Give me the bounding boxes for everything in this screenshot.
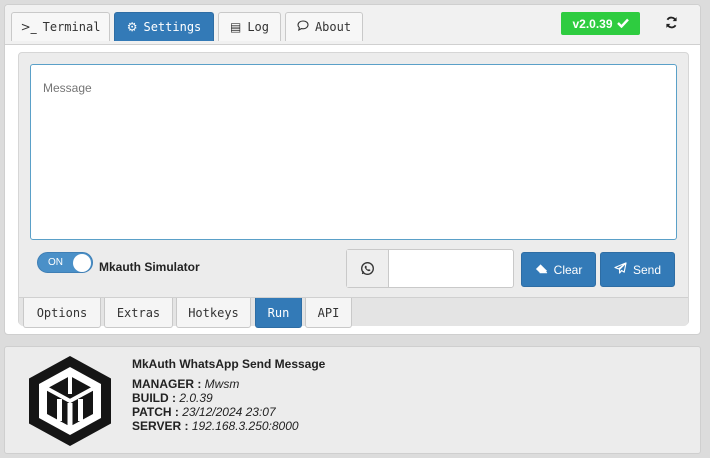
message-card: ON Mkauth Simulator Clear S xyxy=(18,52,689,328)
server-label: SERVER : xyxy=(132,419,189,433)
phone-input-group xyxy=(346,249,514,288)
about-info: MkAuth WhatsApp Send Message MANAGER : M… xyxy=(132,357,325,433)
message-input[interactable] xyxy=(30,64,677,240)
check-icon xyxy=(616,17,629,31)
server-row: SERVER : 192.168.3.250:8000 xyxy=(132,419,325,433)
tab-about[interactable]: About xyxy=(285,12,363,41)
whatsapp-icon xyxy=(347,250,389,287)
send-label: Send xyxy=(632,262,662,277)
clear-label: Clear xyxy=(553,262,583,277)
paper-plane-icon xyxy=(614,262,627,277)
terminal-icon: >_ xyxy=(20,20,37,34)
tab-about-label: About xyxy=(314,20,352,34)
subtab-hotkeys[interactable]: Hotkeys xyxy=(176,298,251,328)
main-panel: >_ Terminal ⚙ Settings ▤ Log About v2.0.… xyxy=(4,4,701,335)
manager-row: MANAGER : Mwsm xyxy=(132,377,325,391)
version-label: v2.0.39 xyxy=(572,16,613,31)
patch-label: PATCH : xyxy=(132,405,179,419)
toggle-state-label: ON xyxy=(48,257,63,268)
subtab-options[interactable]: Options xyxy=(23,298,101,328)
simulator-toggle[interactable]: ON xyxy=(37,252,93,273)
build-value: 2.0.39 xyxy=(179,391,213,405)
list-icon: ▤ xyxy=(229,20,242,34)
simulator-label: Mkauth Simulator xyxy=(99,260,200,274)
version-badge: v2.0.39 xyxy=(561,12,640,35)
build-row: BUILD : 2.0.39 xyxy=(132,391,325,405)
subtab-run[interactable]: Run xyxy=(255,298,302,328)
send-button[interactable]: Send xyxy=(600,252,675,287)
toggle-knob xyxy=(73,254,91,272)
comment-icon xyxy=(297,20,309,34)
about-panel: MkAuth WhatsApp Send Message MANAGER : M… xyxy=(4,346,701,454)
patch-value: 23/12/2024 23:07 xyxy=(182,405,276,419)
tab-settings[interactable]: ⚙ Settings xyxy=(114,12,214,41)
mkauth-logo xyxy=(29,356,111,446)
manager-label: MANAGER : xyxy=(132,377,202,391)
tab-settings-label: Settings xyxy=(143,20,202,34)
tab-log[interactable]: ▤ Log xyxy=(218,12,281,41)
tab-log-label: Log xyxy=(247,20,270,34)
build-label: BUILD : xyxy=(132,391,176,405)
server-value: 192.168.3.250:8000 xyxy=(191,419,299,433)
about-title: MkAuth WhatsApp Send Message xyxy=(132,357,326,371)
clear-button[interactable]: Clear xyxy=(521,252,596,287)
gears-icon: ⚙ xyxy=(126,20,138,34)
tab-terminal[interactable]: >_ Terminal xyxy=(11,12,110,41)
manager-value: Mwsm xyxy=(204,377,240,391)
eraser-icon xyxy=(535,263,548,277)
tab-terminal-label: Terminal xyxy=(42,20,101,34)
refresh-icon[interactable] xyxy=(665,15,678,33)
subtab-extras[interactable]: Extras xyxy=(104,298,173,328)
subtab-bar: Options Extras Hotkeys Run API xyxy=(19,297,688,328)
subtab-api[interactable]: API xyxy=(305,298,352,328)
tab-bar: >_ Terminal ⚙ Settings ▤ Log About v2.0.… xyxy=(5,5,700,45)
phone-number-input[interactable] xyxy=(390,250,512,287)
patch-row: PATCH : 23/12/2024 23:07 xyxy=(132,405,325,419)
